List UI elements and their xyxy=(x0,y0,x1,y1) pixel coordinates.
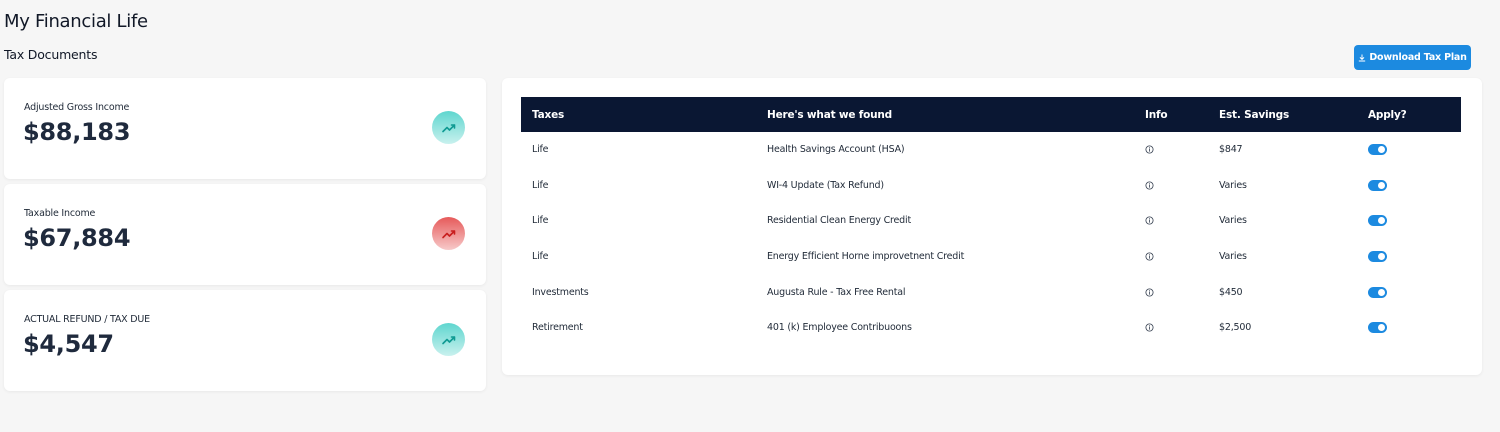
actual-refund-card: ACTUAL REFUND / TAX DUE $4,547 xyxy=(4,290,486,391)
finding-cell: Residential Clean Energy Credit xyxy=(767,215,911,227)
info-cell xyxy=(1145,168,1219,204)
column-header-found: Here's what we found xyxy=(767,108,892,121)
trend-badge xyxy=(432,323,465,356)
tax-category-cell: Life xyxy=(532,179,549,191)
column-header-apply: Apply? xyxy=(1368,108,1407,121)
card-label: Taxable Income xyxy=(24,208,96,219)
trending-up-icon xyxy=(441,335,455,344)
table-row: Life Health Savings Account (HSA) $847 xyxy=(521,132,1461,168)
info-icon[interactable] xyxy=(1145,145,1154,154)
download-tax-plan-button[interactable]: Download Tax Plan xyxy=(1354,45,1471,70)
apply-cell xyxy=(1368,132,1461,168)
tax-category-cell: Life xyxy=(532,144,549,156)
column-header-savings: Est. Savings xyxy=(1219,108,1290,121)
info-cell xyxy=(1145,310,1219,346)
info-cell xyxy=(1145,203,1219,239)
info-icon[interactable] xyxy=(1145,288,1154,297)
finding-cell: WI-4 Update (Tax Refund) xyxy=(767,179,884,191)
table-row: Investments Augusta Rule - Tax Free Renta… xyxy=(521,274,1461,310)
card-value: $88,183 xyxy=(23,118,131,146)
column-header-taxes: Taxes xyxy=(532,108,565,121)
info-cell xyxy=(1145,132,1219,168)
finding-cell: Health Savings Account (HSA) xyxy=(767,144,905,156)
taxable-income-card: Taxable Income $67,884 xyxy=(4,184,486,285)
tax-findings-table: Taxes Here's what we found Info Est. Sav… xyxy=(521,97,1461,346)
download-button-label: Download Tax Plan xyxy=(1369,52,1467,63)
info-icon[interactable] xyxy=(1145,252,1154,261)
tax-category-cell: Life xyxy=(532,251,549,263)
section-title: Tax Documents xyxy=(4,47,98,62)
info-icon[interactable] xyxy=(1145,216,1154,225)
savings-cell: $450 xyxy=(1219,286,1243,298)
apply-cell xyxy=(1368,274,1461,310)
info-cell xyxy=(1145,274,1219,310)
trending-up-icon xyxy=(441,123,455,132)
download-icon xyxy=(1359,53,1366,62)
trend-badge xyxy=(432,111,465,144)
savings-cell: Varies xyxy=(1219,215,1247,227)
savings-cell: Varies xyxy=(1219,179,1247,191)
card-value: $67,884 xyxy=(23,224,131,252)
page-title: My Financial Life xyxy=(4,11,148,32)
apply-toggle[interactable] xyxy=(1368,251,1387,263)
tax-category-cell: Life xyxy=(532,215,549,227)
tax-category-cell: Investments xyxy=(532,286,589,298)
info-cell xyxy=(1145,239,1219,275)
tax-findings-panel: Taxes Here's what we found Info Est. Sav… xyxy=(502,78,1482,375)
savings-cell: $847 xyxy=(1219,144,1243,156)
tax-category-cell: Retirement xyxy=(532,322,583,334)
apply-cell xyxy=(1368,203,1461,239)
finding-cell: 401 (k) Employee Contribuoons xyxy=(767,322,912,334)
card-label: ACTUAL REFUND / TAX DUE xyxy=(24,314,150,325)
finding-cell: Energy Efficient Horne improvetnent Cred… xyxy=(767,251,965,263)
trend-badge xyxy=(432,217,465,250)
info-icon[interactable] xyxy=(1145,323,1154,332)
table-header-row: Taxes Here's what we found Info Est. Sav… xyxy=(521,97,1461,132)
card-value: $4,547 xyxy=(23,330,114,358)
table-row: Life Residential Clean Energy Credit Varie… xyxy=(521,203,1461,239)
info-icon[interactable] xyxy=(1145,181,1154,190)
apply-toggle[interactable] xyxy=(1368,215,1387,227)
apply-toggle[interactable] xyxy=(1368,322,1387,334)
apply-cell xyxy=(1368,310,1461,346)
trending-up-icon xyxy=(441,229,455,238)
table-row: Retirement 401 (k) Employee Contribuoons $… xyxy=(521,310,1461,346)
adjusted-gross-income-card: Adjusted Gross Income $88,183 xyxy=(4,78,486,179)
apply-cell xyxy=(1368,168,1461,204)
apply-cell xyxy=(1368,239,1461,275)
table-row: Life WI-4 Update (Tax Refund) Varies xyxy=(521,168,1461,204)
column-header-info: Info xyxy=(1145,108,1168,121)
table-row: Life Energy Efficient Horne improvetnent … xyxy=(521,239,1461,275)
apply-toggle[interactable] xyxy=(1368,144,1387,156)
apply-toggle[interactable] xyxy=(1368,179,1387,191)
finding-cell: Augusta Rule - Tax Free Rental xyxy=(767,286,906,298)
savings-cell: Varies xyxy=(1219,251,1247,263)
card-label: Adjusted Gross Income xyxy=(24,102,130,113)
apply-toggle[interactable] xyxy=(1368,286,1387,298)
savings-cell: $2,500 xyxy=(1219,322,1252,334)
